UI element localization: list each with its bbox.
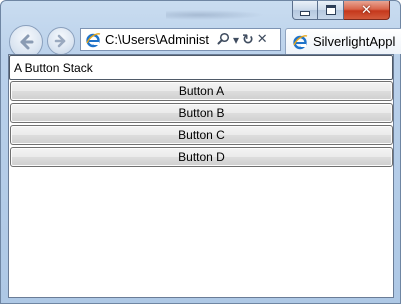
close-button[interactable]: ✕ [344, 1, 390, 20]
page-content: A Button Stack Button A Button B Button … [8, 54, 394, 298]
button-b[interactable]: Button B [10, 103, 393, 123]
button-a[interactable]: Button A [10, 81, 393, 101]
search-icon[interactable] [217, 32, 230, 48]
forward-arrow-icon [54, 34, 66, 48]
address-text[interactable]: C:\Users\Administ [105, 32, 213, 47]
button-d[interactable]: Button D [10, 147, 393, 167]
forward-button[interactable] [47, 27, 75, 55]
maximize-icon [325, 5, 336, 15]
ie-logo-icon [291, 33, 309, 51]
stop-icon[interactable]: ✕ [257, 32, 268, 47]
close-icon: ✕ [361, 2, 372, 18]
address-bar[interactable]: C:\Users\Administ ▾ ↻ ✕ [80, 28, 281, 51]
minimize-button[interactable] [292, 1, 318, 20]
refresh-icon[interactable]: ↻ [242, 32, 254, 48]
minimize-icon [300, 10, 310, 16]
button-c[interactable]: Button C [10, 125, 393, 145]
back-arrow-icon [20, 34, 34, 50]
stack-header: A Button Stack [9, 55, 393, 80]
chevron-down-icon[interactable]: ▾ [233, 33, 239, 47]
ie-logo-icon [84, 31, 102, 49]
tab-label: SilverlightAppl [313, 34, 396, 49]
title-bar-area [166, 9, 276, 21]
tab-silverlight-app[interactable]: SilverlightAppl [285, 28, 401, 54]
browser-window: ✕ C:\Users\Administ ▾ ↻ ✕ SilverlightApp… [0, 0, 401, 304]
maximize-button[interactable] [318, 1, 344, 20]
